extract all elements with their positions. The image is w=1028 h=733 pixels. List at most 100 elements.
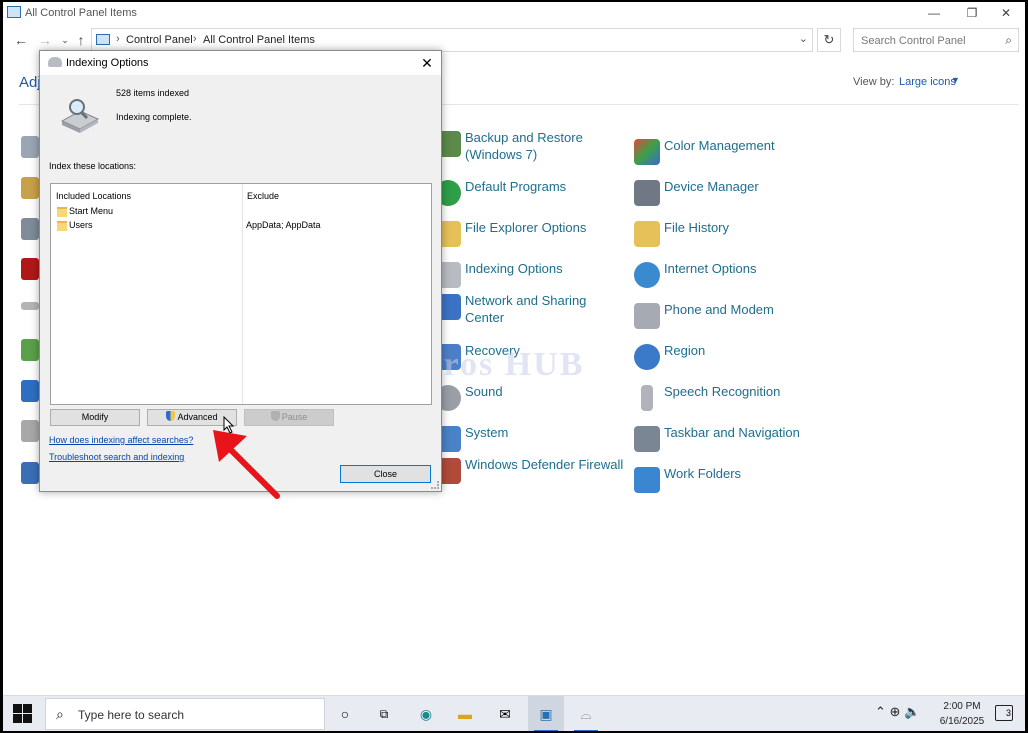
screen: All Control Panel Items — ❐ ✕ ← → ⌄ ↑ › … xyxy=(3,2,1025,731)
cortana-icon[interactable]: ○ xyxy=(335,704,355,724)
folder-icon xyxy=(57,221,67,231)
indexing-icon: ⌓ xyxy=(580,706,592,722)
cp-item-sound[interactable]: Sound xyxy=(435,383,625,419)
forward-button[interactable]: → xyxy=(35,30,55,50)
indexing-taskbar-button[interactable]: ⌓ xyxy=(568,696,604,731)
cp-item-phone-modem[interactable]: Phone and Modem xyxy=(634,301,824,337)
resize-grip-icon[interactable] xyxy=(431,481,439,489)
color-management-icon xyxy=(634,139,660,165)
cp-item-speech-recognition[interactable]: Speech Recognition xyxy=(634,383,824,419)
cp-item-internet-options[interactable]: Internet Options xyxy=(634,260,824,296)
clock-time: 2:00 PM xyxy=(943,701,981,712)
cp-item-label: Phone and Modem xyxy=(664,302,774,317)
indexing-drive-icon xyxy=(60,99,100,133)
address-dropdown-icon[interactable]: ⌄ xyxy=(799,32,808,45)
cp-item-label: Indexing Options xyxy=(465,261,563,276)
dialog-title: Indexing Options xyxy=(66,57,149,69)
refresh-button[interactable]: ↻ xyxy=(817,28,841,52)
up-button[interactable]: ↑ xyxy=(71,30,91,50)
maximize-button[interactable]: ❐ xyxy=(953,2,991,24)
close-button[interactable]: Close xyxy=(340,465,431,483)
work-folders-icon xyxy=(634,467,660,493)
breadcrumb-separator-icon: › xyxy=(193,33,197,45)
keyboard-icon xyxy=(21,302,39,310)
cp-item-file-history[interactable]: File History xyxy=(634,219,824,255)
modify-button[interactable]: Modify xyxy=(50,409,140,426)
show-hidden-icon[interactable]: ⌃ xyxy=(875,704,886,719)
start-button[interactable] xyxy=(13,704,33,724)
search-input[interactable]: Search Control Panel ⌕ xyxy=(853,28,1019,52)
window-titlebar: All Control Panel Items — ❐ ✕ xyxy=(3,2,1025,24)
cp-item-taskbar-navigation[interactable]: Taskbar and Navigation xyxy=(634,424,824,460)
cp-item-network-sharing[interactable]: Network and Sharing Center xyxy=(435,292,625,328)
cp-item-defender-firewall[interactable]: Windows Defender Firewall xyxy=(435,456,625,492)
active-indicator xyxy=(574,730,598,731)
taskbar-icon xyxy=(634,426,660,452)
cp-item-label: Internet Options xyxy=(664,261,757,276)
locations-table[interactable]: Included Locations Exclude Start Menu Us… xyxy=(50,183,432,405)
indexing-affect-link[interactable]: How does indexing affect searches? xyxy=(49,435,193,445)
bitlocker-icon xyxy=(21,177,39,199)
cp-item-label: Default Programs xyxy=(465,179,567,194)
cp-item-label: File History xyxy=(664,220,730,235)
volume-icon[interactable]: 🔈 xyxy=(904,704,920,719)
minimize-button[interactable]: — xyxy=(915,2,953,24)
breadcrumb-separator-icon: › xyxy=(116,33,120,45)
cp-item-system[interactable]: System xyxy=(435,424,625,460)
breadcrumb-control-panel[interactable]: Control Panel xyxy=(126,34,193,46)
file-history-icon xyxy=(634,221,660,247)
page-heading-partial: Adj xyxy=(19,74,41,91)
table-row[interactable]: Start Menu xyxy=(55,206,427,219)
file-explorer-icon[interactable]: ▬ xyxy=(455,704,475,724)
uac-shield-icon xyxy=(166,411,176,421)
column-header-included: Included Locations xyxy=(56,191,132,201)
back-button[interactable]: ← xyxy=(11,30,31,50)
cp-item-indexing-options[interactable]: Indexing Options xyxy=(435,260,625,296)
cp-item-work-folders[interactable]: Work Folders xyxy=(634,465,824,501)
taskbar: ⌕ Type here to search ○ ⧉ ◉ ▬ ✉ ▣ ⌓ ⌃ ⊕ … xyxy=(3,695,1025,731)
notifications-icon[interactable]: 3 xyxy=(995,705,1013,721)
close-window-button[interactable]: ✕ xyxy=(987,2,1025,24)
cp-item-label: Backup and Restore (Windows 7) xyxy=(465,130,583,162)
dialog-close-icon[interactable]: ✕ xyxy=(417,53,437,73)
cp-item-label: Windows Defender Firewall xyxy=(465,457,624,472)
cp-item-label: Taskbar and Navigation xyxy=(664,425,800,440)
dialog-titlebar: Indexing Options ✕ xyxy=(40,51,441,75)
mail-icon[interactable]: ✉ xyxy=(495,704,515,724)
cp-item-file-explorer-options[interactable]: File Explorer Options xyxy=(435,219,625,255)
pause-label: Pause xyxy=(281,412,308,422)
cp-item-label: Color Management xyxy=(664,138,775,153)
table-row[interactable]: Users AppData; AppData xyxy=(55,220,427,233)
cp-item-default-programs[interactable]: Default Programs xyxy=(435,178,625,214)
network-icon[interactable]: ⊕ xyxy=(890,704,901,719)
location-name: Start Menu xyxy=(69,206,114,216)
clock-date: 6/16/2025 xyxy=(939,716,985,727)
task-view-icon[interactable]: ⧉ xyxy=(374,704,394,724)
cp-item-label: Device Manager xyxy=(664,179,759,194)
search-icon: ⌕ xyxy=(1005,33,1012,47)
address-bar[interactable]: › Control Panel › All Control Panel Item… xyxy=(91,28,813,52)
breadcrumb-all-items[interactable]: All Control Panel Items xyxy=(203,34,315,46)
indexing-status-text: Indexing complete. xyxy=(116,112,192,122)
cp-item-backup-restore[interactable]: Backup and Restore (Windows 7) xyxy=(435,129,625,165)
cp-item-color-management[interactable]: Color Management xyxy=(634,137,824,173)
cp-item-region[interactable]: Region xyxy=(634,342,824,378)
system-tray[interactable]: ⌃ ⊕ 🔈 xyxy=(875,704,920,720)
index-locations-label: Index these locations: xyxy=(49,161,137,171)
edge-icon[interactable]: ◉ xyxy=(416,704,436,724)
cp-item-device-manager[interactable]: Device Manager xyxy=(634,178,824,214)
control-panel-taskbar-button[interactable]: ▣ xyxy=(528,696,564,731)
storage-spaces-icon xyxy=(21,420,39,442)
uac-shield-icon xyxy=(270,411,280,421)
view-by-dropdown[interactable]: Large icons xyxy=(899,76,956,88)
devices-printers-icon xyxy=(21,218,39,240)
cp-item-label: Region xyxy=(664,343,706,358)
troubleshoot-link[interactable]: Troubleshoot search and indexing xyxy=(49,452,184,462)
clock[interactable]: 2:00 PM 6/16/2025 xyxy=(937,699,987,729)
microphone-icon xyxy=(641,385,653,411)
view-by-caret-icon[interactable]: ▼ xyxy=(951,75,960,85)
cp-item-label: Network and Sharing Center xyxy=(465,293,587,325)
taskbar-search-box[interactable]: ⌕ Type here to search xyxy=(45,698,325,730)
control-panel-icon xyxy=(7,6,21,18)
admin-tools-icon xyxy=(21,136,39,158)
